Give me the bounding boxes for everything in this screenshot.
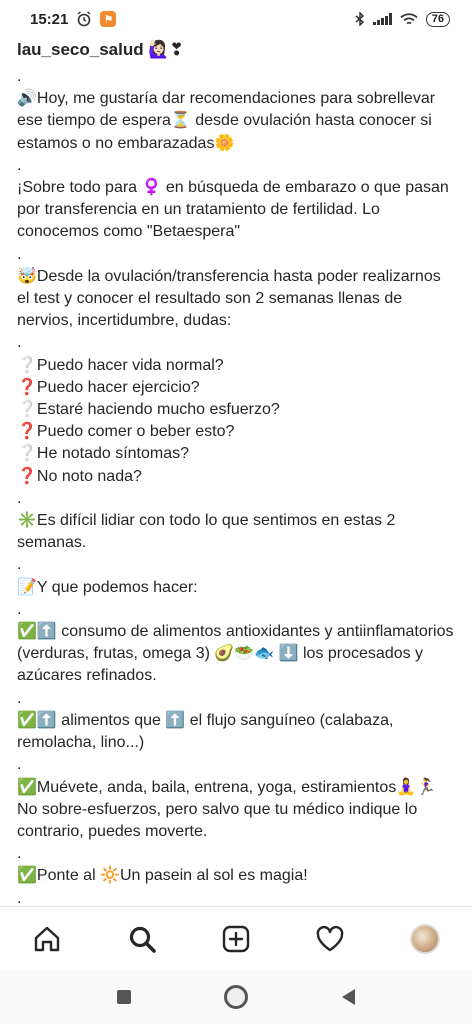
bottom-nav xyxy=(0,906,472,971)
caption-line: ✅Muévete, anda, baila, entrena, yoga, es… xyxy=(17,778,437,840)
home-icon xyxy=(34,926,60,952)
caption-line: . xyxy=(17,600,22,618)
caption-line: . xyxy=(17,68,22,85)
caption-line: ✅⬆️ alimentos que ⬆️ el flujo sanguíneo … xyxy=(17,711,394,752)
search-icon xyxy=(129,926,156,953)
caption-line: 🔊Hoy, me gustaría dar recomendaciones pa… xyxy=(17,90,436,152)
caption-line: ¡Sobre todo para ♀️ en búsqueda de embar… xyxy=(17,179,449,241)
caption-line: ✳️Es difícil lidiar con todo lo que sent… xyxy=(17,512,396,552)
profile-tab[interactable] xyxy=(405,919,445,959)
new-post-icon xyxy=(222,925,250,953)
caption-line: . xyxy=(17,489,22,507)
caption-line: ✅⬆️ consumo de alimentos antioxidantes y… xyxy=(17,623,454,685)
caption-line: ❔Puedo hacer vida normal? ❓Puedo hacer e… xyxy=(17,356,280,485)
caption-line: . xyxy=(17,245,22,263)
caption-line: . xyxy=(17,556,22,574)
recents-square-icon[interactable] xyxy=(116,990,131,1004)
caption-line: ✅Ponte al 🔆Un pasein al sol es magia! xyxy=(17,867,308,885)
profile-avatar xyxy=(409,924,440,954)
caption-line: . xyxy=(17,334,22,352)
system-nav xyxy=(0,970,472,1024)
back-triangle-icon[interactable] xyxy=(342,989,356,1005)
battery-indicator: 76 xyxy=(425,11,450,27)
wifi-icon xyxy=(400,12,418,24)
alarm-icon xyxy=(77,11,91,27)
post-username[interactable]: lau_seco_salud 🙋🏻‍♀️❣ xyxy=(17,40,184,60)
activity-tab[interactable] xyxy=(310,919,350,959)
status-left: 15:21 ⚑ xyxy=(30,10,117,28)
search-tab[interactable] xyxy=(122,919,162,959)
status-time: 15:21 xyxy=(30,10,69,28)
new-post-tab[interactable] xyxy=(216,919,256,959)
caption-line: 📝Y que podemos hacer: xyxy=(17,578,198,596)
caption-line: . xyxy=(17,845,22,863)
status-right: 76 xyxy=(355,11,450,27)
home-circle-icon[interactable] xyxy=(224,985,249,1009)
status-bar: 15:21 ⚑ 76 xyxy=(0,0,472,38)
cell-signal-icon xyxy=(372,13,392,25)
caption-line: . xyxy=(17,156,22,174)
bluetooth-icon xyxy=(355,12,364,26)
caption-line: 🤯Desde la ovulación/transferencia hasta … xyxy=(17,267,441,330)
post-caption: . 🔊Hoy, me gustaría dar recomendaciones … xyxy=(17,66,457,910)
notification-app-icon: ⚑ xyxy=(100,11,117,27)
home-tab[interactable] xyxy=(27,919,67,959)
caption-line: . xyxy=(17,689,22,707)
caption-line: . xyxy=(17,756,22,774)
activity-heart-icon xyxy=(317,925,344,952)
